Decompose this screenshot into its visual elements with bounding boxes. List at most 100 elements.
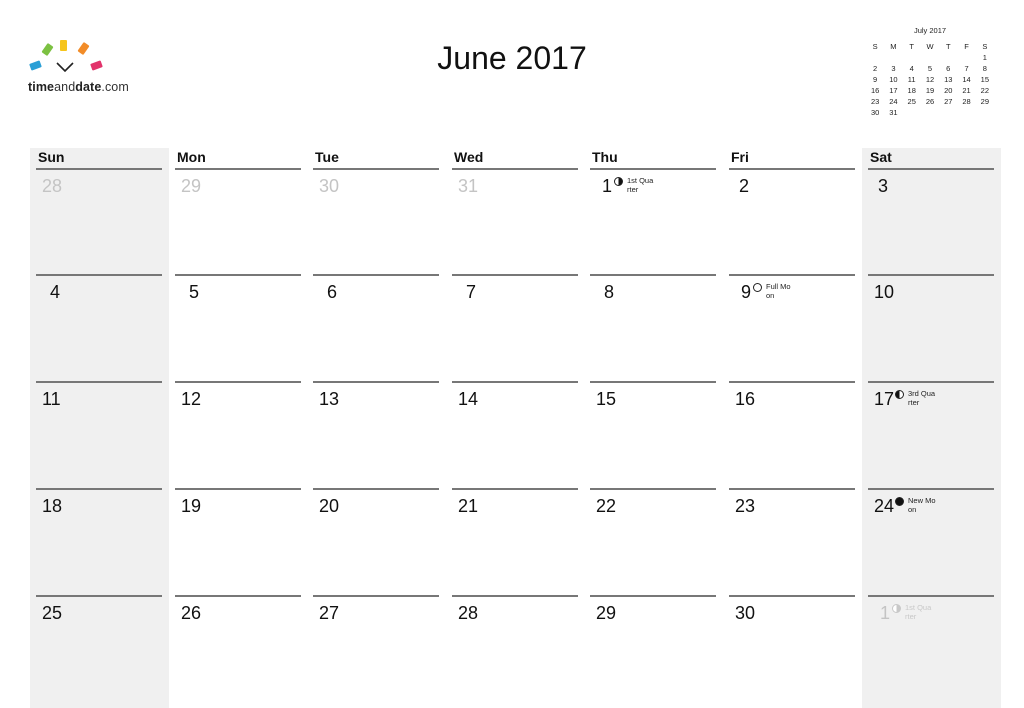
day-cell[interactable]: 8 [584,276,723,382]
mini-weekday: T [909,42,914,51]
mini-weekday: W [926,42,934,51]
day-cell[interactable]: 14 [446,383,585,489]
mini-day: 11 [907,75,916,84]
mini-day: 23 [870,97,880,106]
day-cell[interactable]: 7 [446,276,585,382]
day-number: 20 [319,496,340,516]
mini-day [921,107,939,118]
mini-day: 21 [962,86,971,95]
mini-day [884,52,902,63]
day-cell[interactable]: 12 [169,383,308,489]
mini-day: 12 [925,75,935,84]
mini-day [939,52,957,63]
day-number: 15 [596,389,617,409]
day-cell[interactable]: 2 [723,170,862,276]
mini-day: 30 [870,108,880,117]
day-number: 30 [319,176,340,196]
mini-day: 20 [944,86,953,95]
mini-day [976,107,994,118]
day-cell[interactable]: 3 [862,170,1001,276]
day-cell[interactable]: 15 [584,383,723,489]
mini-weekday: S [982,42,988,51]
day-number: 13 [319,389,340,409]
day-cell[interactable]: 11 [30,383,169,489]
moon-third-icon [895,390,904,399]
mini-day: 6 [946,64,951,73]
mini-day [957,52,975,63]
moon-phase-label: 1st Quarter [905,603,932,621]
moon-first-icon [614,177,623,186]
mini-week-row: 1 [866,52,994,63]
mini-day: 10 [889,75,898,84]
day-cell[interactable]: 18 [30,490,169,596]
day-number: 16 [735,389,756,409]
mini-day [957,107,975,118]
day-cell[interactable]: 6 [307,276,446,382]
day-number: 29 [181,176,202,196]
day-number: 22 [596,496,617,516]
logo-text-time: time [28,80,55,94]
mini-day: 15 [980,75,990,84]
weekday-header: Wed [454,149,484,165]
mini-day: 17 [889,86,898,95]
day-cell[interactable]: 20 [307,490,446,596]
day-cell[interactable]: 9 Full Moon [723,276,862,382]
mini-day: 3 [891,64,896,73]
mini-week-row: 30 31 [866,107,994,118]
day-cell[interactable]: 10 [862,276,1001,382]
day-number: 10 [874,282,895,302]
day-cell[interactable]: 29 [584,597,723,703]
day-cell[interactable]: 28 [446,597,585,703]
mini-day: 16 [870,86,880,95]
day-number: 21 [458,496,479,516]
day-cell[interactable]: 4 [30,276,169,382]
day-number: 8 [604,282,615,302]
moon-phase-label: 1st Quarter [627,176,654,194]
day-cell[interactable]: 1 1st Quarter [862,597,1001,703]
day-cell[interactable]: 26 [169,597,308,703]
mini-day: 5 [927,64,933,73]
day-number: 14 [458,389,479,409]
logo-text-date: date [75,80,102,94]
mini-day: 18 [907,86,916,95]
moon-first-icon [892,604,901,613]
weekday-header: Sat [870,149,892,165]
mini-day: 2 [873,64,878,73]
day-number: 27 [319,603,340,623]
day-cell[interactable]: 17 3rd Quarter [862,383,1001,489]
day-number: 1 [880,603,891,623]
day-number: 19 [181,496,202,516]
mini-calendar-table: S M T W T F S 1 2 3 4 5 6 7 8 9 10 11 12 13 14 15 16 17 18 19 20 21… [866,41,994,118]
day-cell[interactable]: 29 [169,170,308,276]
day-cell[interactable]: 28 [30,170,169,276]
mini-day: 1 [982,53,987,62]
day-cell[interactable]: 23 [723,490,862,596]
mini-day: 8 [982,64,987,73]
day-number: 1 [602,176,613,196]
moon-phase-label: New Moon [908,496,936,514]
day-cell[interactable]: 22 [584,490,723,596]
day-cell[interactable]: 31 [446,170,585,276]
day-cell[interactable]: 24 New Moon [862,490,1001,596]
day-cell[interactable]: 1 1st Quarter [584,170,723,276]
mini-day: 27 [944,97,953,106]
mini-weekday: S [872,42,878,51]
mini-week-row: 2 3 4 5 6 7 8 [866,63,994,74]
mini-week-row: 16 17 18 19 20 21 22 [866,85,994,96]
day-cell[interactable]: 19 [169,490,308,596]
mini-day: 9 [873,75,878,84]
day-cell[interactable]: 21 [446,490,585,596]
day-cell[interactable]: 30 [307,170,446,276]
mini-day: 19 [925,86,935,95]
day-cell[interactable]: 13 [307,383,446,489]
day-cell[interactable]: 5 [169,276,308,382]
day-cell[interactable]: 16 [723,383,862,489]
day-cell[interactable]: 27 [307,597,446,703]
day-cell[interactable]: 25 [30,597,169,703]
mini-day: 31 [889,108,898,117]
logo-text-com: .com [101,80,129,94]
day-number: 17 [874,389,895,409]
mini-day: 26 [925,97,935,106]
day-cell[interactable]: 30 [723,597,862,703]
mini-day: 14 [962,75,971,84]
